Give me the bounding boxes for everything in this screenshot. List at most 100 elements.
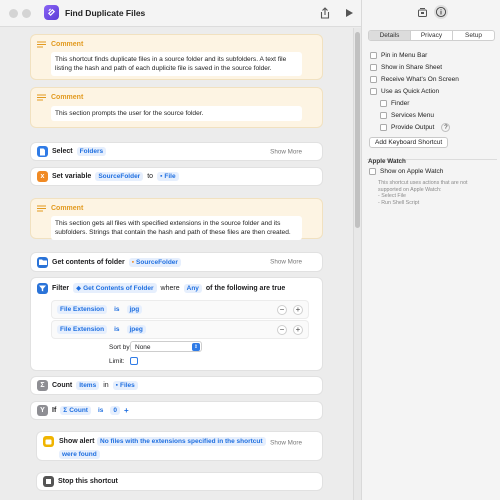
sort-by-select[interactable]: None ⇕: [130, 341, 202, 352]
show-alert-action[interactable]: Show alert No files with the extensions …: [36, 431, 323, 461]
count-type-pill[interactable]: Items: [76, 381, 100, 390]
if-operator[interactable]: is: [95, 406, 106, 415]
share-icon[interactable]: [318, 6, 332, 20]
finder-option[interactable]: Finder: [380, 100, 409, 107]
remove-condition-button[interactable]: −: [277, 325, 287, 335]
sort-value: None: [135, 343, 151, 351]
add-condition-button[interactable]: +: [293, 325, 303, 335]
branch-icon: Y: [37, 405, 48, 416]
comment-block[interactable]: Comment This shortcut finds duplicate fi…: [30, 34, 323, 80]
remove-condition-button[interactable]: −: [277, 305, 287, 315]
pin-menu-bar-option[interactable]: Pin in Menu Bar: [370, 52, 427, 59]
add-condition-button[interactable]: +: [293, 305, 303, 315]
checkbox[interactable]: [380, 124, 387, 131]
if-action[interactable]: Y If Σ Count is 0 +: [30, 401, 323, 420]
condition-operator[interactable]: is: [111, 325, 122, 334]
comment-icon: [37, 41, 46, 48]
editor-scrollbar[interactable]: [353, 28, 361, 500]
condition-field-pill[interactable]: File Extension: [57, 305, 108, 314]
title-bar: Find Duplicate Files: [0, 0, 361, 27]
sigma-icon: Σ: [37, 380, 48, 391]
info-icon: [435, 6, 447, 18]
add-condition-plus-icon[interactable]: +: [124, 406, 129, 415]
show-more-link[interactable]: Show More: [270, 259, 302, 266]
alert-message-pill[interactable]: No files with the extensions specified i…: [97, 437, 266, 446]
tab-details[interactable]: Details: [369, 31, 411, 40]
stop-square-icon: [43, 476, 54, 487]
filter-source-pill[interactable]: ◆ Get Contents of Folder: [73, 283, 157, 293]
if-value-pill[interactable]: 0: [110, 406, 121, 415]
file-icon: ▪: [160, 173, 163, 180]
scroll-thumb[interactable]: [355, 32, 360, 228]
inspector-tabs: Details Privacy Setup: [368, 30, 495, 41]
comment-text[interactable]: This section prompts the user for the so…: [51, 106, 302, 121]
comment-text[interactable]: This section gets all files with specifi…: [51, 216, 302, 240]
comment-icon: [37, 205, 46, 212]
add-keyboard-shortcut-button[interactable]: Add Keyboard Shortcut: [369, 137, 449, 148]
comment-label: Comment: [51, 205, 84, 212]
file-icon: ▪: [115, 382, 118, 389]
source-folder-pill[interactable]: ▪ SourceFolder: [128, 257, 181, 267]
watch-note: This shortcut uses actions that are not …: [378, 180, 468, 206]
variable-icon: ▪: [131, 258, 135, 266]
count-action[interactable]: Σ Count Items in ▪ Files: [30, 376, 323, 395]
limit-checkbox[interactable]: [130, 357, 138, 365]
condition-value-pill[interactable]: jpg: [126, 305, 143, 314]
tab-setup[interactable]: Setup: [453, 31, 494, 40]
where-label: where: [160, 284, 180, 292]
info-button[interactable]: [434, 5, 448, 19]
folder-icon: [37, 256, 48, 268]
alert-icon: [43, 436, 54, 447]
action-label: Get contents of folder: [52, 258, 125, 266]
filter-icon: ◆: [76, 285, 82, 292]
checkbox[interactable]: [370, 88, 377, 95]
get-contents-action[interactable]: Get contents of folder ▪ SourceFolder Sho…: [30, 252, 323, 272]
share-sheet-option[interactable]: Show in Share Sheet: [370, 64, 442, 71]
checkbox[interactable]: [380, 100, 387, 107]
comment-block[interactable]: Comment This section prompts the user fo…: [30, 87, 323, 128]
checkbox[interactable]: [369, 168, 376, 175]
condition-value-pill[interactable]: jpeg: [126, 325, 146, 334]
action-label: Count: [52, 382, 73, 389]
variable-x-icon: x: [37, 171, 48, 182]
quick-action-option[interactable]: Use as Quick Action: [370, 88, 439, 95]
condition-operator[interactable]: is: [111, 305, 122, 314]
apple-watch-heading: Apple Watch: [368, 158, 406, 165]
comment-block[interactable]: Comment This section gets all files with…: [30, 198, 323, 240]
condition-suffix: of the following are true: [205, 284, 286, 292]
minimize-window-button[interactable]: [22, 9, 31, 18]
checkbox[interactable]: [380, 112, 387, 119]
to-label: to: [147, 173, 154, 180]
receive-on-screen-option[interactable]: Receive What's On Screen: [370, 76, 459, 83]
variable-name-pill[interactable]: SourceFolder: [95, 172, 144, 181]
filter-action[interactable]: Filter ◆ Get Contents of Folder where Any…: [30, 277, 323, 371]
limit-label: Limit:: [109, 358, 125, 365]
file-icon: [37, 146, 48, 157]
tab-privacy[interactable]: Privacy: [411, 31, 453, 40]
checkbox[interactable]: [370, 52, 377, 59]
set-variable-action[interactable]: x Set variable SourceFolder to ▪ File: [30, 167, 323, 186]
checkbox[interactable]: [370, 76, 377, 83]
library-icon[interactable]: [417, 7, 428, 18]
help-icon[interactable]: ?: [441, 123, 451, 132]
show-on-watch-option[interactable]: Show on Apple Watch: [369, 168, 443, 175]
checkbox[interactable]: [370, 64, 377, 71]
close-window-button[interactable]: [9, 9, 18, 18]
files-variable-pill[interactable]: ▪ Files: [112, 381, 138, 390]
match-mode-pill[interactable]: Any: [183, 283, 202, 293]
action-label: Show alert: [59, 438, 95, 445]
stop-action[interactable]: Stop this shortcut: [36, 472, 323, 491]
show-more-link[interactable]: Show More: [270, 440, 302, 447]
condition-field-pill[interactable]: File Extension: [57, 325, 108, 334]
select-type-pill[interactable]: Folders: [76, 147, 107, 156]
services-menu-option[interactable]: Services Menu: [380, 112, 434, 119]
show-more-link[interactable]: Show More: [270, 148, 302, 155]
app-window: Find Duplicate Files Comment This shortc…: [0, 0, 500, 500]
count-variable-pill[interactable]: Σ Count: [60, 406, 91, 415]
alert-message-pill-line2[interactable]: were found: [59, 450, 100, 459]
provide-output-option[interactable]: Provide Output?: [380, 123, 451, 132]
comment-text[interactable]: This shortcut finds duplicate files in a…: [51, 52, 302, 76]
run-play-icon[interactable]: [342, 6, 356, 20]
select-action[interactable]: Select Folders Show More: [30, 142, 323, 161]
file-variable-pill[interactable]: ▪ File: [157, 172, 179, 181]
